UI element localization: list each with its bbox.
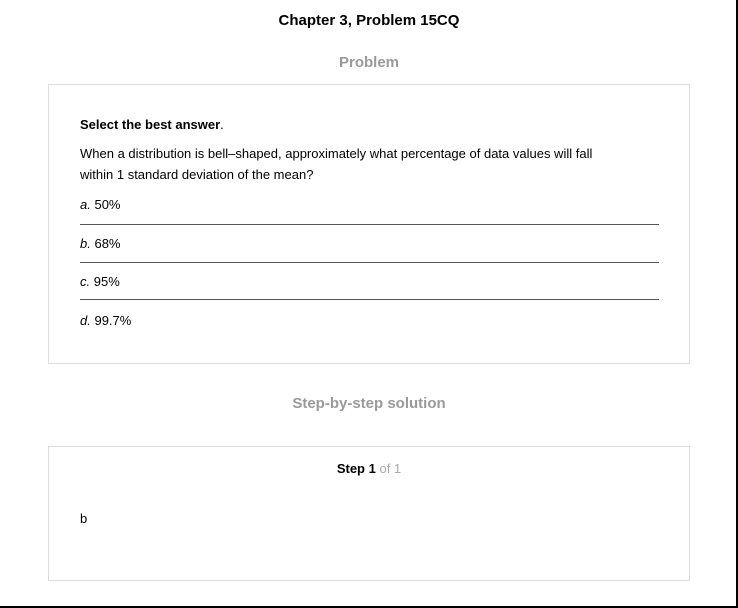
option-letter: c. — [80, 274, 91, 289]
instruction: Select the best answer. — [80, 114, 224, 135]
step-total: of 1 — [379, 461, 402, 476]
solution-card: Step 1 of 1 b — [48, 446, 690, 581]
option-text: 95% — [93, 274, 120, 289]
option-c[interactable]: c. 95% — [80, 274, 658, 289]
option-text: 50% — [94, 197, 121, 212]
question-line-1: When a distribution is bell–shaped, appr… — [80, 146, 593, 161]
step-indicator: Step 1 of 1 — [49, 461, 689, 476]
option-text: 68% — [94, 236, 121, 251]
page-title: Chapter 3, Problem 15CQ — [278, 12, 460, 29]
option-text: 99.7% — [94, 313, 132, 328]
option-d[interactable]: d. 99.7% — [80, 313, 658, 328]
question-line-2: within 1 standard deviation of the mean? — [80, 167, 314, 182]
option-divider — [80, 224, 659, 225]
problem-card: Select the best answer. When a distribut… — [48, 84, 690, 364]
option-letter: b. — [80, 236, 91, 251]
option-a[interactable]: a. 50% — [80, 197, 658, 212]
solution-answer: b — [80, 511, 88, 526]
option-divider — [80, 262, 659, 263]
option-letter: d. — [80, 313, 91, 328]
solution-heading: Step-by-step solution — [292, 395, 446, 412]
option-letter: a. — [80, 197, 91, 212]
instruction-period: . — [220, 117, 224, 132]
option-divider — [80, 299, 659, 300]
instruction-text: Select the best answer — [80, 117, 221, 132]
step-label: Step 1 — [336, 461, 376, 476]
option-b[interactable]: b. 68% — [80, 236, 658, 251]
problem-heading: Problem — [338, 54, 399, 71]
